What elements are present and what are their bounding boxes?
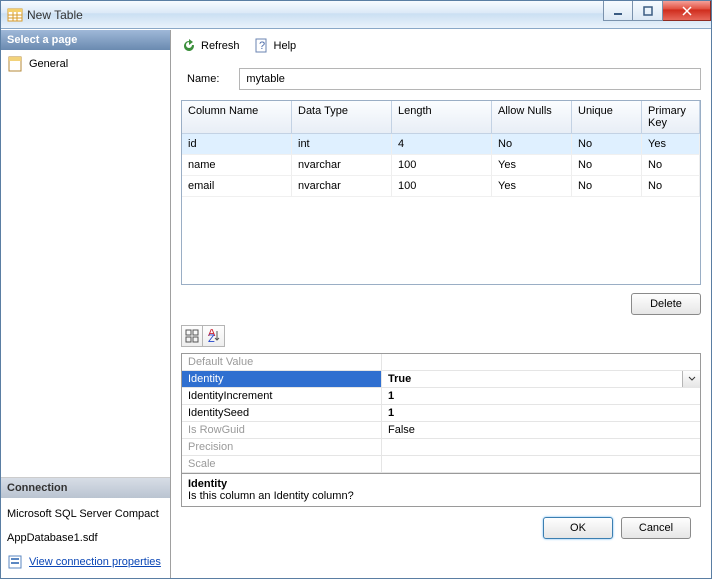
- minimize-button[interactable]: [603, 1, 633, 21]
- refresh-button[interactable]: Refresh: [181, 38, 240, 54]
- prop-default-value[interactable]: Default Value: [182, 354, 700, 371]
- name-label: Name:: [187, 73, 219, 85]
- help-icon: ?: [254, 38, 270, 54]
- prop-identity-seed[interactable]: IdentitySeed1: [182, 405, 700, 422]
- delete-button[interactable]: Delete: [631, 293, 701, 315]
- col-hdr-nulls[interactable]: Allow Nulls: [492, 101, 572, 134]
- categorized-icon: [185, 329, 199, 343]
- col-hdr-name[interactable]: Column Name: [182, 101, 292, 134]
- page-icon: [7, 56, 23, 72]
- help-label: Help: [274, 40, 297, 52]
- svg-text:Z: Z: [208, 333, 215, 343]
- titlebar[interactable]: New Table: [1, 1, 711, 29]
- columns-grid-header: Column Name Data Type Length Allow Nulls…: [182, 101, 700, 134]
- svg-text:?: ?: [259, 40, 265, 52]
- sidebar-item-label: General: [29, 58, 68, 70]
- prop-identity[interactable]: IdentityTrue: [182, 371, 700, 388]
- col-hdr-unique[interactable]: Unique: [572, 101, 642, 134]
- categorized-button[interactable]: [181, 325, 203, 347]
- sidebar-pages-header: Select a page: [1, 30, 170, 50]
- sidebar: Select a page General Connection Microso…: [1, 30, 171, 578]
- connection-properties-link[interactable]: View connection properties: [29, 556, 161, 568]
- table-row[interactable]: id int 4 No No Yes: [182, 134, 700, 155]
- maximize-button[interactable]: [633, 1, 663, 21]
- close-button[interactable]: [663, 1, 711, 21]
- connection-database: AppDatabase1.sdf: [7, 524, 164, 552]
- col-hdr-type[interactable]: Data Type: [292, 101, 392, 134]
- property-description-text: Is this column an Identity column?: [188, 490, 694, 502]
- properties-icon: [7, 554, 23, 570]
- main-panel: Refresh ? Help Name: Column Name Data Ty…: [171, 30, 711, 578]
- dropdown-button[interactable]: [682, 371, 700, 387]
- columns-grid[interactable]: Column Name Data Type Length Allow Nulls…: [181, 100, 701, 285]
- prop-rowguid[interactable]: Is RowGuidFalse: [182, 422, 700, 439]
- toolbar: Refresh ? Help: [181, 36, 701, 62]
- dialog-window: New Table Select a page General Connecti…: [0, 0, 712, 579]
- columns-grid-body: id int 4 No No Yes name nvarchar 100 Yes…: [182, 134, 700, 284]
- property-sort-toolbar: AZ: [181, 323, 701, 353]
- refresh-label: Refresh: [201, 40, 240, 52]
- property-description-title: Identity: [188, 478, 694, 490]
- prop-precision[interactable]: Precision: [182, 439, 700, 456]
- connection-server: Microsoft SQL Server Compact: [7, 504, 164, 524]
- help-button[interactable]: ? Help: [254, 38, 297, 54]
- cancel-button[interactable]: Cancel: [621, 517, 691, 539]
- table-row[interactable]: email nvarchar 100 Yes No No: [182, 176, 700, 197]
- sort-icon: AZ: [207, 329, 221, 343]
- prop-scale[interactable]: Scale: [182, 456, 700, 473]
- alphabetical-button[interactable]: AZ: [203, 325, 225, 347]
- ok-button[interactable]: OK: [543, 517, 613, 539]
- property-grid[interactable]: Default Value IdentityTrue IdentityIncre…: [181, 353, 701, 474]
- refresh-icon: [181, 38, 197, 54]
- table-name-input[interactable]: [239, 68, 701, 90]
- chevron-down-icon: [688, 375, 696, 383]
- window-title: New Table: [23, 8, 603, 22]
- sidebar-connection-header: Connection: [1, 478, 170, 498]
- property-description: Identity Is this column an Identity colu…: [181, 474, 701, 507]
- connection-properties-link-row[interactable]: View connection properties: [7, 552, 164, 572]
- col-hdr-length[interactable]: Length: [392, 101, 492, 134]
- col-hdr-pk[interactable]: Primary Key: [642, 101, 700, 134]
- prop-identity-increment[interactable]: IdentityIncrement1: [182, 388, 700, 405]
- sidebar-item-general[interactable]: General: [7, 54, 164, 74]
- table-row[interactable]: name nvarchar 100 Yes No No: [182, 155, 700, 176]
- table-icon: [7, 7, 23, 23]
